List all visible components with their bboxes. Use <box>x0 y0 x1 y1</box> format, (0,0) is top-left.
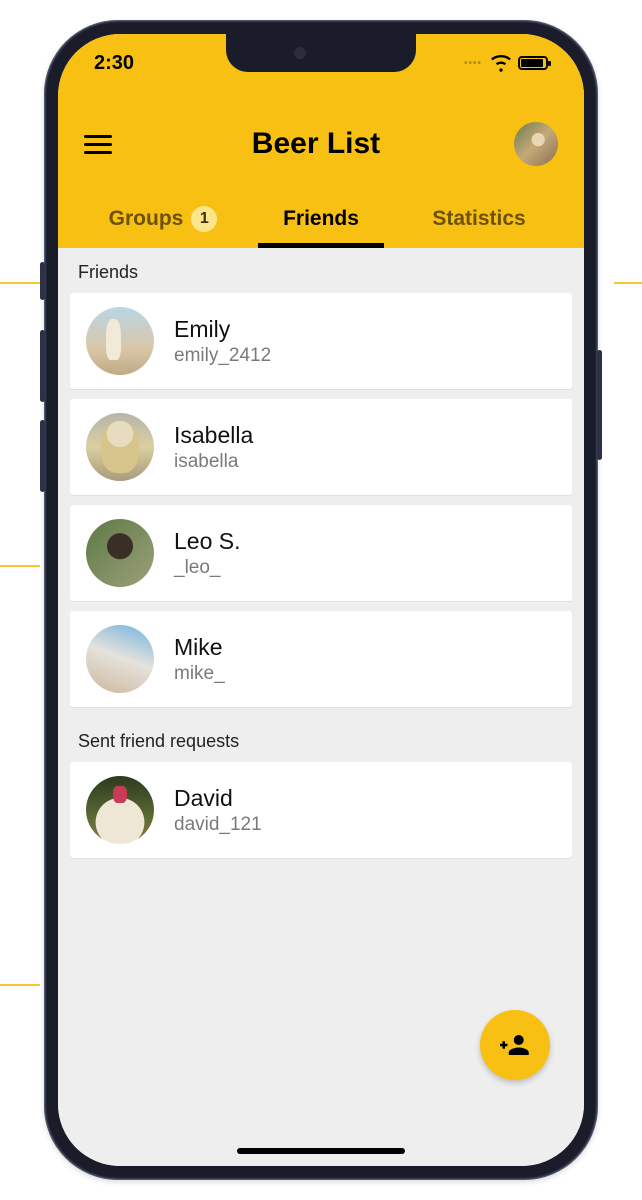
status-time: 2:30 <box>94 52 134 75</box>
friend-username: mike_ <box>174 663 225 685</box>
tab-statistics[interactable]: Statistics <box>400 192 558 248</box>
home-indicator[interactable] <box>237 1148 405 1154</box>
sent-requests-list: David david_121 <box>58 762 584 858</box>
section-header-sent: Sent friend requests <box>58 717 584 762</box>
friend-username: _leo_ <box>174 557 241 579</box>
status-right: •••• <box>464 53 548 73</box>
add-friend-button[interactable] <box>480 1010 550 1080</box>
app-header: Beer List Groups 1 Friends Statistics <box>58 92 584 248</box>
tab-label: Statistics <box>432 207 525 231</box>
groups-badge: 1 <box>191 206 217 232</box>
power-button <box>597 350 602 460</box>
tab-groups[interactable]: Groups 1 <box>84 192 242 248</box>
screen: 2:30 •••• Beer List Groups 1 Friends <box>58 34 584 1166</box>
profile-avatar[interactable] <box>514 122 558 166</box>
notch <box>226 34 416 72</box>
avatar <box>86 307 154 375</box>
friend-name: Isabella <box>174 422 253 449</box>
list-item[interactable]: Mike mike_ <box>70 611 572 707</box>
friend-name: Emily <box>174 316 271 343</box>
cellular-dots-icon: •••• <box>464 58 482 69</box>
friends-list: Emily emily_2412 Isabella isabella Leo S… <box>58 293 584 707</box>
person-add-icon <box>500 1030 530 1060</box>
avatar <box>86 519 154 587</box>
avatar <box>86 776 154 844</box>
tab-bar: Groups 1 Friends Statistics <box>84 192 558 248</box>
avatar <box>86 413 154 481</box>
list-item[interactable]: David david_121 <box>70 762 572 858</box>
tab-label: Friends <box>283 207 359 231</box>
friend-username: david_121 <box>174 814 262 836</box>
menu-icon[interactable] <box>84 127 118 161</box>
friend-name: David <box>174 785 262 812</box>
wifi-icon <box>491 53 511 73</box>
device-frame: 2:30 •••• Beer List Groups 1 Friends <box>44 20 598 1180</box>
tab-friends[interactable]: Friends <box>242 192 400 248</box>
tab-label: Groups <box>109 207 184 231</box>
friend-name: Mike <box>174 634 225 661</box>
avatar <box>86 625 154 693</box>
list-item[interactable]: Leo S. _leo_ <box>70 505 572 601</box>
page-title: Beer List <box>252 127 380 161</box>
friend-username: isabella <box>174 451 253 473</box>
friend-username: emily_2412 <box>174 345 271 367</box>
list-item[interactable]: Emily emily_2412 <box>70 293 572 389</box>
volume-button <box>40 330 45 402</box>
section-header-friends: Friends <box>58 248 584 293</box>
volume-button <box>40 420 45 492</box>
list-item[interactable]: Isabella isabella <box>70 399 572 495</box>
battery-icon <box>518 56 548 70</box>
friend-name: Leo S. <box>174 528 241 555</box>
volume-button <box>40 262 45 300</box>
